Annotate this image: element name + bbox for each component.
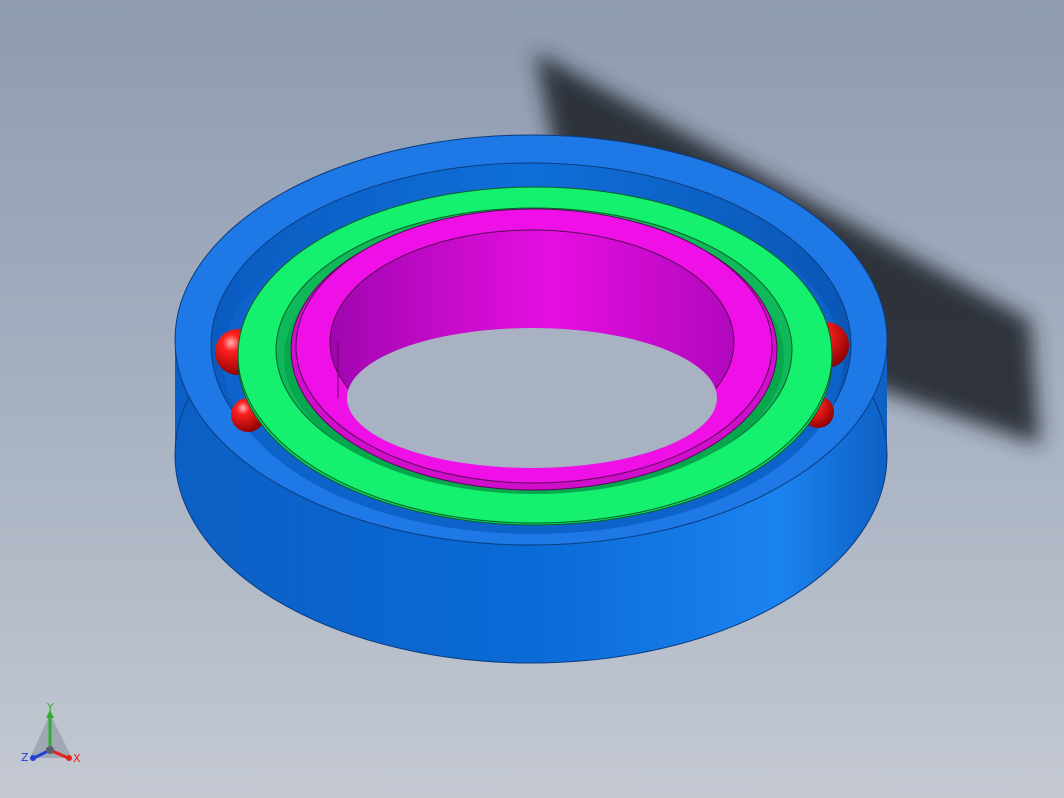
z-axis-label: Z	[21, 751, 29, 764]
bearing-model[interactable]	[0, 0, 1064, 798]
coordinate-triad[interactable]: Y X Z	[20, 702, 90, 772]
x-axis-label: X	[73, 752, 81, 765]
y-axis-label: Y	[46, 702, 54, 714]
graphics-viewport[interactable]: Y X Z	[0, 0, 1064, 798]
